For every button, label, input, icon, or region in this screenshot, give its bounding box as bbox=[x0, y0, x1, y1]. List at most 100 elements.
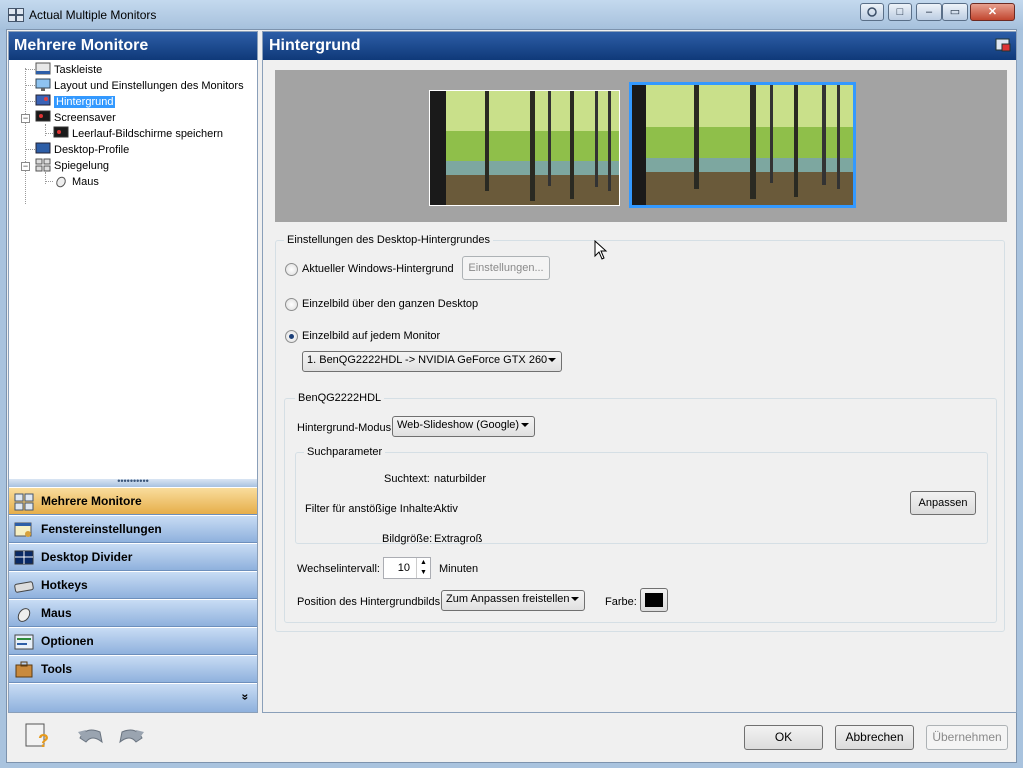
radio-each-monitor[interactable] bbox=[285, 330, 298, 343]
spinner-up-icon[interactable]: ▲ bbox=[416, 558, 430, 568]
tree-line bbox=[45, 133, 53, 134]
interval-spinner[interactable]: 10 ▲ ▼ bbox=[383, 557, 431, 579]
mode-label: Hintergrund-Modus bbox=[297, 422, 392, 434]
monitor-layout-icon bbox=[35, 78, 51, 91]
interval-label: Wechselintervall: bbox=[297, 563, 380, 575]
bottom-bar: ? OK Abbrechen Übernehmen bbox=[8, 716, 1017, 761]
desktop-background-settings-group: Einstellungen des Desktop-Hintergrundes … bbox=[275, 234, 1005, 632]
nav-label: Tools bbox=[41, 662, 73, 676]
einstellungen-button[interactable]: Einstellungen... bbox=[462, 256, 550, 280]
tree-item-taskleiste[interactable]: Taskleiste bbox=[35, 62, 102, 78]
monitor-preview-area bbox=[275, 70, 1007, 222]
nav-mehrere-monitore[interactable]: Mehrere Monitore bbox=[9, 487, 257, 515]
forest-wallpaper-image bbox=[430, 91, 619, 205]
radio-windows-background[interactable] bbox=[285, 263, 298, 276]
tree-item-label: Taskleiste bbox=[54, 64, 103, 76]
position-select[interactable]: Zum Anpassen freistellen bbox=[441, 590, 585, 611]
chevron-down-icon bbox=[571, 597, 579, 601]
tree-item-label: Screensaver bbox=[54, 112, 116, 124]
nav-tools[interactable]: Tools bbox=[9, 655, 257, 683]
tree-item-desktop-profile[interactable]: Desktop-Profile bbox=[35, 142, 129, 158]
nav-desktop-divider[interactable]: Desktop Divider bbox=[9, 543, 257, 571]
mouse-icon bbox=[56, 176, 66, 188]
tree-item-label: Desktop-Profile bbox=[54, 144, 130, 156]
redo-icon[interactable] bbox=[116, 722, 146, 750]
title-bar[interactable]: Actual Multiple Monitors □ – ▭ ✕ bbox=[0, 0, 1023, 30]
tree-item-label: Leerlauf-Bildschirme speichern bbox=[72, 128, 224, 140]
mode-select[interactable]: Web-Slideshow (Google) bbox=[392, 416, 535, 437]
anpassen-button[interactable]: Anpassen bbox=[910, 491, 976, 515]
nav-maus[interactable]: Maus bbox=[9, 599, 257, 627]
window-title: Actual Multiple Monitors bbox=[29, 8, 157, 22]
chevron-down-icon bbox=[521, 423, 529, 427]
radio-each-monitor-label[interactable]: Einzelbild auf jedem Monitor bbox=[302, 330, 440, 342]
cancel-button[interactable]: Abbrechen bbox=[835, 725, 914, 750]
close-button[interactable]: ✕ bbox=[970, 3, 1015, 21]
monitors-icon bbox=[14, 493, 34, 511]
monitor-thumbnail-2-selected[interactable] bbox=[629, 82, 856, 208]
screensaver-icon bbox=[53, 126, 69, 138]
tree-item-hintergrund[interactable]: Hintergrund bbox=[35, 94, 116, 110]
search-text-label: Suchtext: bbox=[384, 473, 430, 485]
group-title: Suchparameter bbox=[304, 446, 386, 458]
tree-collapse-toggle[interactable]: − bbox=[21, 114, 30, 123]
screensaver-icon bbox=[35, 110, 51, 122]
nav-hotkeys[interactable]: Hotkeys bbox=[9, 571, 257, 599]
tree-item-leerlauf[interactable]: Leerlauf-Bildschirme speichern bbox=[53, 126, 223, 142]
interval-value[interactable]: 10 bbox=[398, 562, 410, 574]
panel-options-icon[interactable] bbox=[995, 38, 1011, 52]
color-picker-button[interactable] bbox=[640, 588, 668, 612]
position-select-value: Zum Anpassen freistellen bbox=[446, 593, 570, 605]
restore-button[interactable]: □ bbox=[888, 3, 912, 21]
forest-wallpaper-image bbox=[632, 85, 853, 205]
main-panel: Hintergrund Einstellungen des Desktop-Hi… bbox=[262, 31, 1017, 713]
undo-icon[interactable] bbox=[76, 722, 106, 750]
tree-item-maus[interactable]: Maus bbox=[53, 174, 99, 190]
monitor-settings-group: BenQG2222HDL Hintergrund-Modus Web-Slide… bbox=[284, 392, 997, 623]
tree-item-label: Layout und Einstellungen des Monitors bbox=[54, 80, 244, 92]
tree-item-label: Spiegelung bbox=[54, 160, 110, 172]
tree-line bbox=[45, 181, 53, 182]
color-swatch bbox=[645, 593, 663, 607]
spinner-down-icon[interactable]: ▼ bbox=[416, 568, 430, 578]
help-icon[interactable]: ? bbox=[22, 722, 52, 750]
mouse-icon bbox=[17, 608, 31, 622]
chevron-down-icon bbox=[548, 358, 556, 362]
position-label: Position des Hintergrundbilds: bbox=[297, 596, 444, 608]
size-label: Bildgröße: bbox=[382, 533, 433, 545]
panel-splitter[interactable]: •••••••••• bbox=[9, 477, 257, 487]
tree-collapse-toggle[interactable]: − bbox=[21, 162, 30, 171]
minimize-button[interactable]: – bbox=[916, 3, 942, 21]
nav-fenstereinstellungen[interactable]: Fenstereinstellungen bbox=[9, 515, 257, 543]
radio-single-desktop[interactable] bbox=[285, 298, 298, 311]
interval-unit: Minuten bbox=[439, 563, 479, 575]
radio-windows-background-label[interactable]: Aktueller Windows-Hintergrund bbox=[302, 263, 454, 275]
tree-line bbox=[25, 68, 26, 204]
tree-item-layout[interactable]: Layout und Einstellungen des Monitors bbox=[35, 78, 244, 94]
chevron-double-down-icon: » bbox=[238, 693, 253, 701]
tree-item-label: Maus bbox=[72, 176, 99, 188]
pin-button[interactable] bbox=[860, 3, 884, 21]
nav-label: Fenstereinstellungen bbox=[41, 522, 162, 536]
filter-value: Aktiv bbox=[434, 503, 458, 515]
monitor-select[interactable]: 1. BenQG2222HDL -> NVIDIA GeForce GTX 26… bbox=[302, 351, 562, 372]
maximize-button[interactable]: ▭ bbox=[942, 3, 968, 21]
ok-button[interactable]: OK bbox=[744, 725, 823, 750]
nav-label: Desktop Divider bbox=[41, 550, 133, 564]
monitor-thumbnail-1[interactable] bbox=[429, 90, 620, 206]
pin-icon bbox=[867, 7, 877, 17]
apply-button[interactable]: Übernehmen bbox=[926, 725, 1008, 750]
wallpaper-icon bbox=[35, 94, 51, 106]
monitor-select-value: 1. BenQG2222HDL -> NVIDIA GeForce GTX 26… bbox=[307, 354, 548, 366]
nav-more-button[interactable]: » bbox=[9, 684, 257, 712]
radio-single-desktop-label[interactable]: Einzelbild über den ganzen Desktop bbox=[302, 298, 478, 310]
tools-icon bbox=[15, 661, 33, 678]
group-title: BenQG2222HDL bbox=[295, 392, 385, 404]
nav-optionen[interactable]: Optionen bbox=[9, 627, 257, 655]
tree-item-screensaver[interactable]: Screensaver bbox=[35, 110, 116, 126]
nav-label: Optionen bbox=[41, 634, 94, 648]
tree-item-spiegelung[interactable]: Spiegelung bbox=[35, 158, 109, 174]
filter-label: Filter für anstößige Inhalte: bbox=[305, 503, 436, 515]
sidebar: Mehrere Monitore Taskleiste Layout und E… bbox=[8, 31, 258, 713]
keyboard-icon bbox=[14, 581, 34, 593]
